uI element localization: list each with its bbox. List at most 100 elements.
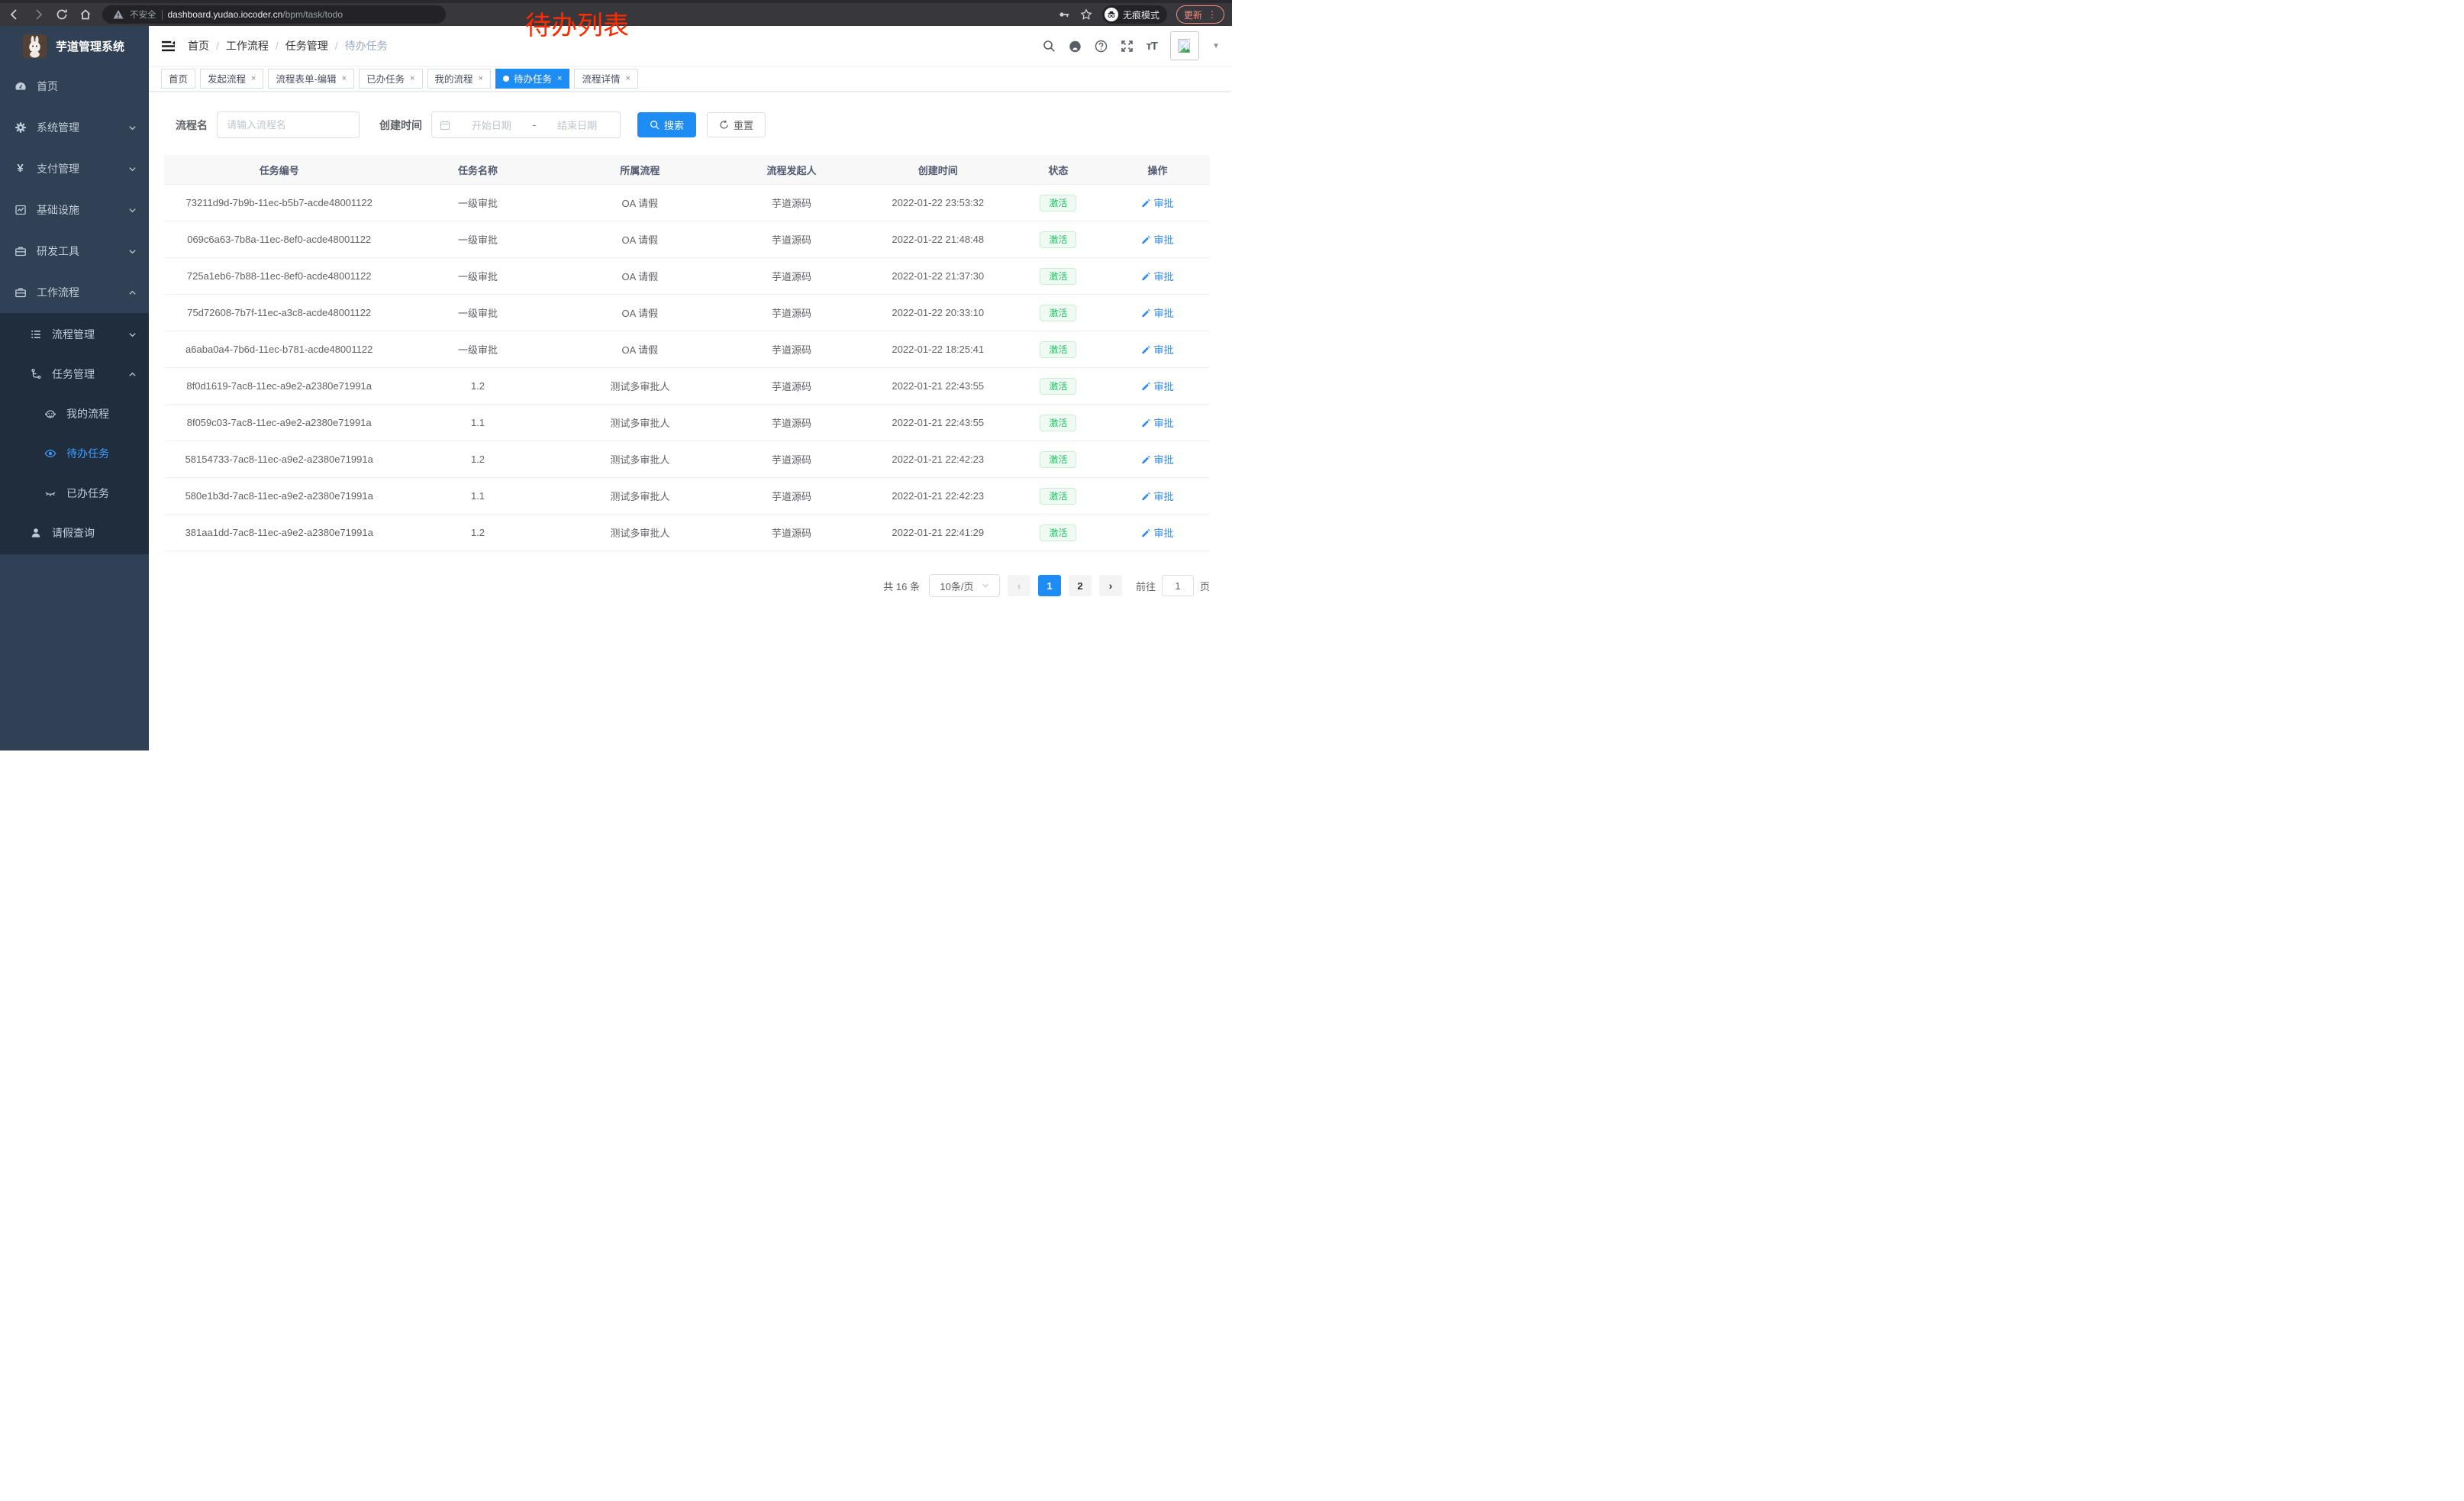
goto-page-input[interactable] [1162, 575, 1194, 596]
approve-link[interactable]: 审批 [1141, 452, 1173, 466]
main-content: 流程名 创建时间 开始日期 - 结束日期 搜索 重置 任务编号 任务名称 [149, 92, 1232, 750]
status-cell: 激活 [1011, 451, 1105, 468]
sidebar-item-payment[interactable]: ¥ 支付管理 [0, 148, 149, 189]
process-name-label: 流程名 [176, 118, 208, 133]
app-logo-row[interactable]: 芋道管理系统 [0, 26, 149, 66]
approve-link[interactable]: 审批 [1141, 415, 1173, 430]
table-row: a6aba0a4-7b6d-11ec-b781-acde48001122一级审批… [164, 331, 1210, 368]
process-name-input[interactable] [217, 111, 360, 138]
process-cell: 测试多审批人 [562, 489, 719, 503]
sidebar-item-my-process[interactable]: 我的流程 [0, 394, 149, 434]
search-button[interactable]: 搜索 [637, 112, 696, 137]
url-path[interactable]: /bpm/task/todo [282, 9, 343, 20]
back-icon[interactable] [8, 8, 21, 21]
approve-link[interactable]: 审批 [1141, 305, 1173, 320]
next-page-button[interactable]: › [1099, 575, 1122, 596]
tab-start-process[interactable]: 发起流程 × [200, 69, 263, 89]
warning-icon[interactable] [111, 8, 124, 21]
close-icon[interactable]: × [625, 74, 630, 83]
reset-button[interactable]: 重置 [707, 112, 766, 137]
update-button[interactable]: 更新 ⋮ [1176, 5, 1224, 24]
prev-page-button[interactable]: ‹ [1008, 575, 1030, 596]
filter-form: 流程名 创建时间 开始日期 - 结束日期 搜索 重置 [164, 111, 1210, 138]
tab-form-edit[interactable]: 流程表单-编辑× [268, 69, 354, 89]
close-icon[interactable]: × [342, 74, 347, 83]
security-label[interactable]: 不安全 [130, 8, 156, 21]
page-button-1[interactable]: 1 [1038, 575, 1061, 596]
approve-link[interactable]: 审批 [1141, 489, 1173, 503]
created-time-cell: 2022-01-22 20:33:10 [865, 307, 1011, 318]
sidebar-item-todo-tasks[interactable]: 待办任务 [0, 434, 149, 473]
table-row: 069c6a63-7b8a-11ec-8ef0-acde48001122一级审批… [164, 221, 1210, 258]
approve-link[interactable]: 审批 [1141, 232, 1173, 247]
key-icon[interactable] [1058, 8, 1071, 21]
sidebar-item-task-management[interactable]: 任务管理 [0, 354, 149, 394]
sidebar-item-leave-query[interactable]: 请假查询 [0, 513, 149, 553]
tab-label: 我的流程 [435, 71, 473, 86]
sidebar-item-label: 我的流程 [66, 406, 109, 421]
browser-menu-icon[interactable]: ⋮ [1208, 9, 1217, 20]
approve-link[interactable]: 审批 [1141, 195, 1173, 210]
reload-icon[interactable] [55, 8, 68, 21]
forward-icon[interactable] [31, 8, 44, 21]
end-date-placeholder: 结束日期 [542, 118, 612, 132]
caret-down-icon[interactable]: ▼ [1212, 42, 1220, 50]
table-row: 75d72608-7b7f-11ec-a3c8-acde48001122一级审批… [164, 295, 1210, 331]
search-icon[interactable] [1043, 40, 1056, 53]
tab-my-process[interactable]: 我的流程 × [427, 69, 491, 89]
process-cell: 测试多审批人 [562, 379, 719, 393]
action-cell: 审批 [1105, 305, 1210, 320]
star-icon[interactable] [1080, 8, 1093, 21]
status-cell: 激活 [1011, 378, 1105, 395]
close-icon[interactable]: × [410, 74, 414, 83]
tab-process-detail[interactable]: 流程详情× [574, 69, 637, 89]
approve-link[interactable]: 审批 [1141, 269, 1173, 283]
task-id-cell: 580e1b3d-7ac8-11ec-a9e2-a2380e71991a [164, 490, 394, 502]
sidebar-item-workflow[interactable]: 工作流程 [0, 272, 149, 313]
url-bar[interactable]: 不安全 dashboard.yudao.iocoder.cn/bpm/task/… [102, 5, 446, 24]
approve-link[interactable]: 审批 [1141, 342, 1173, 357]
created-time-cell: 2022-01-21 22:43:55 [865, 380, 1011, 392]
created-time-cell: 2022-01-22 21:37:30 [865, 270, 1011, 282]
sidebar-item-system[interactable]: 系统管理 [0, 107, 149, 148]
close-icon[interactable]: × [479, 74, 483, 83]
chevron-up-icon [128, 370, 137, 379]
sidebar-item-done-tasks[interactable]: 已办任务 [0, 473, 149, 513]
github-icon[interactable] [1069, 40, 1082, 53]
sidebar-item-label: 工作流程 [37, 285, 79, 300]
page-button-2[interactable]: 2 [1069, 575, 1092, 596]
date-range-picker[interactable]: 开始日期 - 结束日期 [431, 111, 621, 138]
yen-icon: ¥ [14, 163, 27, 175]
process-cell: 测试多审批人 [562, 525, 719, 540]
sidebar-item-infra[interactable]: 基础设施 [0, 189, 149, 231]
status-cell: 激活 [1011, 488, 1105, 505]
close-icon[interactable]: × [251, 74, 256, 83]
help-icon[interactable] [1095, 40, 1108, 53]
close-icon[interactable]: × [557, 74, 562, 83]
breadcrumb-workflow[interactable]: 工作流程 [226, 38, 269, 53]
tab-label: 待办任务 [514, 71, 552, 86]
page-size-select[interactable]: 10条/页 [929, 574, 1000, 597]
sidebar-item-devtools[interactable]: 研发工具 [0, 231, 149, 272]
tab-home[interactable]: 首页 [161, 69, 195, 89]
hamburger-icon[interactable] [161, 39, 176, 53]
breadcrumb-task-management[interactable]: 任务管理 [285, 38, 328, 53]
tab-label: 发起流程 [208, 71, 246, 86]
sidebar-item-label: 待办任务 [66, 446, 109, 461]
breadcrumb-home[interactable]: 首页 [188, 38, 209, 53]
sidebar-item-process-management[interactable]: 流程管理 [0, 315, 149, 354]
tab-done-tasks[interactable]: 已办任务× [359, 69, 422, 89]
tab-todo-tasks[interactable]: 待办任务 × [495, 69, 569, 89]
approve-link[interactable]: 审批 [1141, 379, 1173, 393]
font-size-icon[interactable]: тT [1147, 40, 1158, 53]
column-header: 创建时间 [865, 163, 1011, 177]
sidebar-item-label: 任务管理 [52, 366, 95, 382]
home-icon[interactable] [79, 8, 92, 21]
approve-link[interactable]: 审批 [1141, 525, 1173, 540]
url-host[interactable]: dashboard.yudao.iocoder.cn [168, 9, 283, 20]
fullscreen-icon[interactable] [1121, 40, 1134, 53]
avatar[interactable] [1170, 31, 1199, 60]
sidebar-item-home[interactable]: 首页 [0, 66, 149, 107]
created-time-cell: 2022-01-21 22:42:23 [865, 454, 1011, 465]
status-badge: 激活 [1040, 231, 1076, 248]
